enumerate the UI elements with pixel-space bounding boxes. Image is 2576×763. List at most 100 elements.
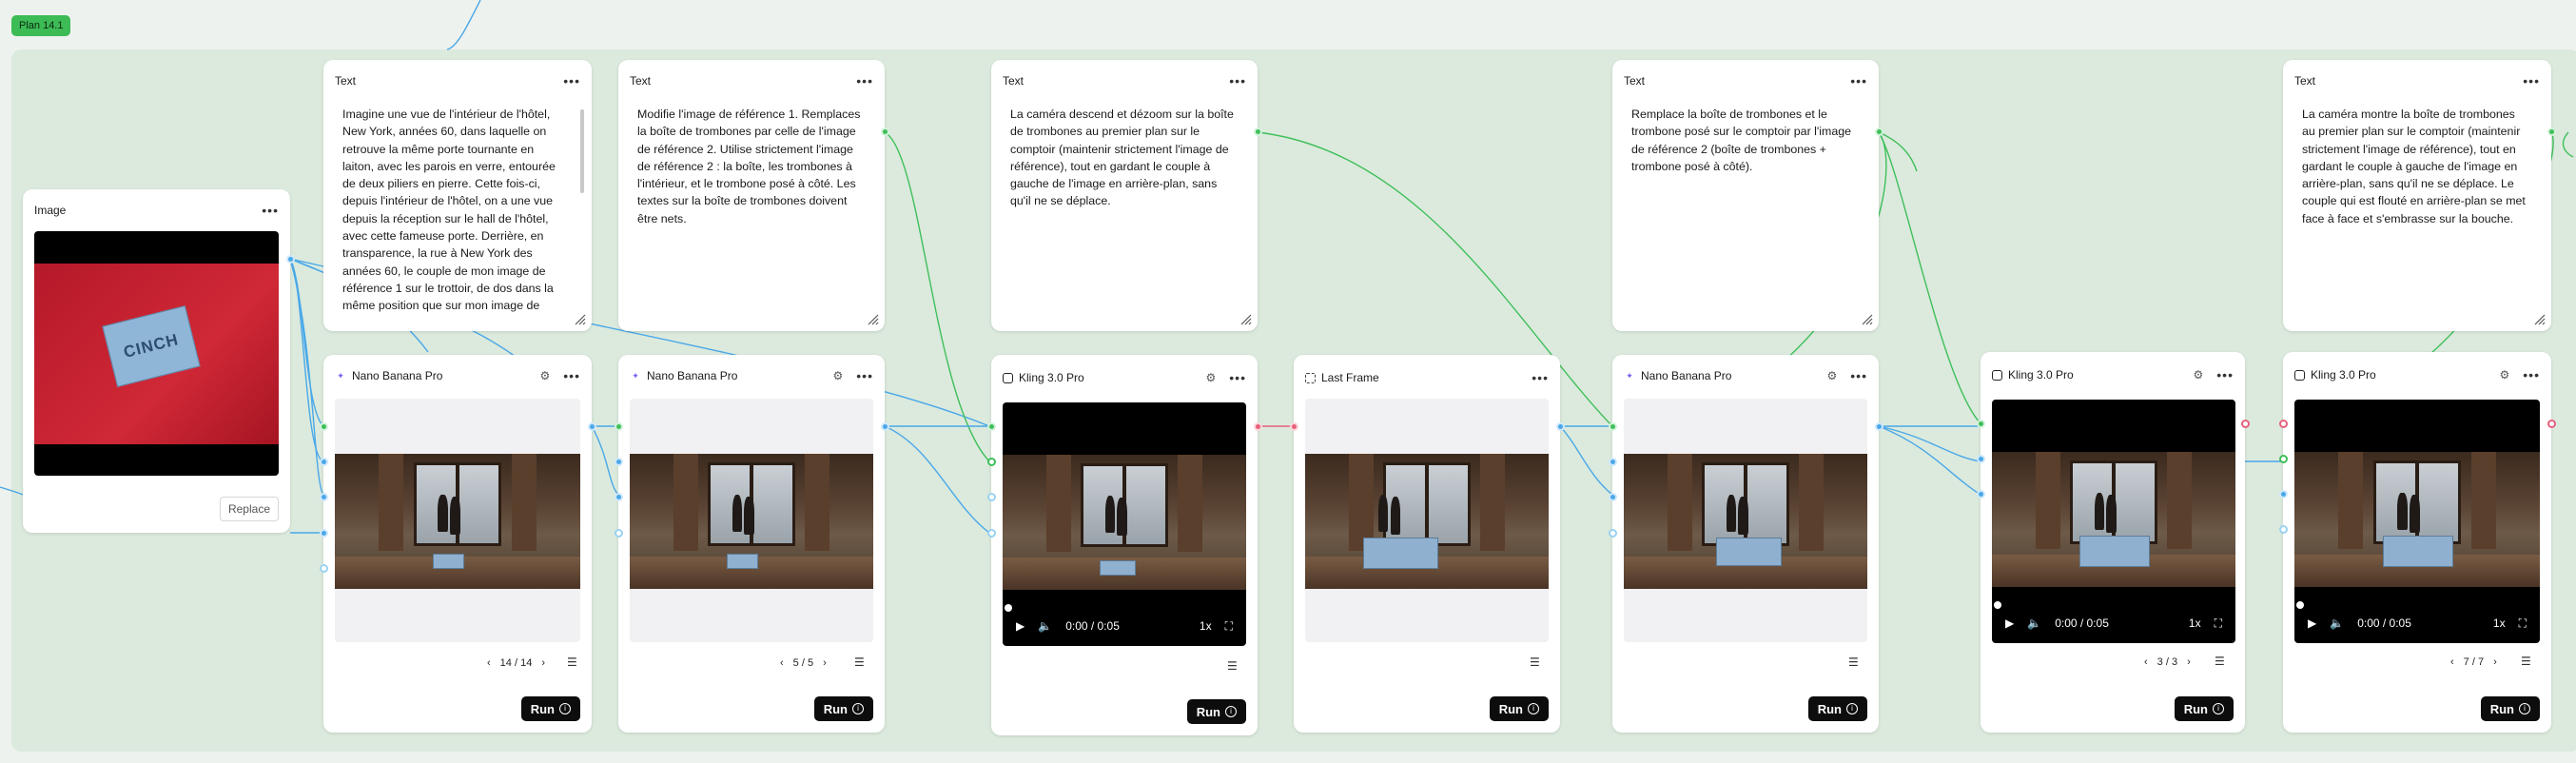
input-port[interactable] (1609, 422, 1617, 431)
output-port[interactable] (2547, 127, 2556, 136)
list-icon[interactable]: ☰ (1530, 655, 1540, 669)
settings-sliders-icon[interactable]: ⚙ (833, 369, 844, 382)
more-options-icon[interactable]: ••• (1850, 368, 1867, 383)
more-options-icon[interactable]: ••• (563, 368, 580, 383)
resize-handle-icon[interactable] (1862, 314, 1873, 325)
volume-icon[interactable]: 🔈 (2330, 616, 2344, 630)
scrubber-handle[interactable] (2296, 601, 2304, 609)
resize-handle-icon[interactable] (868, 314, 879, 325)
nano-banana-node-1[interactable]: ✦ Nano Banana Pro ⚙ ••• ‹ 14 / 14 › ☰ Run i (323, 355, 592, 733)
volume-icon[interactable]: 🔈 (2027, 616, 2041, 630)
text-node-5[interactable]: Text ••• La caméra montre la boîte de tro… (2283, 60, 2551, 331)
run-button[interactable]: Run i (1186, 699, 1246, 724)
input-port[interactable] (320, 529, 328, 538)
chevron-left-icon[interactable]: ‹ (780, 657, 784, 669)
speed-control[interactable]: 1x (2189, 616, 2201, 630)
text-node-1[interactable]: Text ••• Imagine une vue de l'intérieur d… (323, 60, 592, 331)
more-options-icon[interactable]: ••• (1229, 370, 1246, 385)
chevron-right-icon[interactable]: › (2187, 656, 2191, 668)
list-icon[interactable]: ☰ (2215, 655, 2225, 668)
more-options-icon[interactable]: ••• (1850, 73, 1867, 88)
prompt-text[interactable]: Imagine une vue de l'intérieur de l'hôte… (342, 106, 567, 314)
output-port[interactable] (1254, 422, 1262, 431)
more-options-icon[interactable]: ••• (2523, 73, 2540, 88)
fullscreen-icon[interactable]: ⛶ (2215, 616, 2222, 631)
more-options-icon[interactable]: ••• (1532, 370, 1549, 385)
resize-handle-icon[interactable] (575, 314, 586, 325)
list-icon[interactable]: ☰ (1848, 655, 1859, 669)
input-port[interactable] (1977, 455, 1985, 463)
input-port[interactable] (1609, 529, 1617, 538)
input-port[interactable] (987, 529, 996, 538)
input-port[interactable] (615, 422, 623, 431)
settings-sliders-icon[interactable]: ⚙ (2194, 368, 2204, 382)
run-button[interactable]: Run i (2480, 696, 2540, 721)
output-port[interactable] (1556, 422, 1565, 431)
input-port[interactable] (987, 493, 996, 501)
prompt-text[interactable]: Remplace la boîte de trombones et le tro… (1631, 106, 1858, 314)
chevron-right-icon[interactable]: › (823, 657, 827, 669)
chevron-left-icon[interactable]: ‹ (2450, 656, 2454, 668)
run-button[interactable]: Run i (1489, 696, 1549, 721)
output-port[interactable] (1875, 127, 1883, 136)
run-button[interactable]: Run i (813, 696, 873, 721)
output-port[interactable] (1875, 422, 1883, 431)
text-node-2[interactable]: Text ••• Modifie l'image de référence 1. … (618, 60, 885, 331)
settings-sliders-icon[interactable]: ⚙ (2500, 368, 2510, 382)
more-options-icon[interactable]: ••• (856, 368, 873, 383)
more-options-icon[interactable]: ••• (2216, 367, 2234, 382)
input-port[interactable] (320, 564, 328, 573)
input-port[interactable] (2279, 525, 2288, 534)
input-port[interactable] (2279, 420, 2288, 428)
input-port[interactable] (1609, 493, 1617, 501)
input-port[interactable] (320, 493, 328, 501)
resize-handle-icon[interactable] (2534, 314, 2546, 325)
input-port[interactable] (1977, 490, 1985, 499)
prompt-text[interactable]: Modifie l'image de référence 1. Remplace… (637, 106, 864, 314)
scrubber-handle[interactable] (1994, 601, 2001, 609)
input-port[interactable] (320, 458, 328, 466)
input-port[interactable] (2279, 455, 2288, 463)
run-button[interactable]: Run i (520, 696, 580, 721)
volume-icon[interactable]: 🔈 (1038, 619, 1052, 633)
input-port[interactable] (1977, 420, 1985, 428)
play-icon[interactable]: ▶ (1016, 619, 1025, 633)
fullscreen-icon[interactable]: ⛶ (2519, 616, 2527, 631)
chevron-right-icon[interactable]: › (541, 657, 545, 669)
speed-control[interactable]: 1x (1200, 619, 1212, 633)
last-frame-node[interactable]: Last Frame ••• ☰ Run i (1294, 355, 1560, 733)
input-port[interactable] (1290, 422, 1298, 431)
list-icon[interactable]: ☰ (1227, 659, 1238, 673)
text-node-4[interactable]: Text ••• Remplace la boîte de trombones e… (1612, 60, 1879, 331)
input-port[interactable] (615, 493, 623, 501)
prompt-text[interactable]: La caméra descend et dézoom sur la boîte… (1010, 106, 1237, 314)
chevron-right-icon[interactable]: › (2493, 656, 2497, 668)
play-icon[interactable]: ▶ (2005, 616, 2014, 630)
settings-sliders-icon[interactable]: ⚙ (1206, 371, 1217, 384)
resize-handle-icon[interactable] (1240, 314, 1252, 325)
more-options-icon[interactable]: ••• (563, 73, 580, 88)
settings-sliders-icon[interactable]: ⚙ (1827, 369, 1838, 382)
video-player[interactable]: ▶ 🔈 0:00 / 0:05 1x ⛶ (1992, 400, 2235, 643)
input-port[interactable] (987, 422, 996, 431)
kling-node-1[interactable]: Kling 3.0 Pro ⚙ ••• ▶ 🔈 0:00 / 0:05 1x ⛶ ☰ Run… (991, 355, 1258, 735)
output-port[interactable] (881, 127, 889, 136)
input-port[interactable] (1609, 458, 1617, 466)
image-node[interactable]: Image ••• CINCH Replace (23, 189, 290, 533)
output-port[interactable] (286, 255, 295, 264)
input-port[interactable] (320, 422, 328, 431)
input-port[interactable] (615, 458, 623, 466)
output-port[interactable] (2241, 420, 2250, 428)
output-port[interactable] (881, 422, 889, 431)
speed-control[interactable]: 1x (2493, 616, 2506, 630)
run-button[interactable]: Run i (2174, 696, 2234, 721)
chevron-left-icon[interactable]: ‹ (487, 657, 491, 669)
chevron-left-icon[interactable]: ‹ (2144, 656, 2148, 668)
nano-banana-node-3[interactable]: ✦ Nano Banana Pro ⚙ ••• ☰ Run i (1612, 355, 1879, 733)
run-button[interactable]: Run i (1807, 696, 1867, 721)
output-port[interactable] (588, 422, 596, 431)
kling-node-3[interactable]: Kling 3.0 Pro ⚙ ••• ▶ 🔈 0:00 / 0:05 1x ⛶ ‹ 7 / … (2283, 352, 2551, 733)
input-port[interactable] (2279, 490, 2288, 499)
input-port[interactable] (987, 458, 996, 466)
list-icon[interactable]: ☰ (2521, 655, 2531, 668)
